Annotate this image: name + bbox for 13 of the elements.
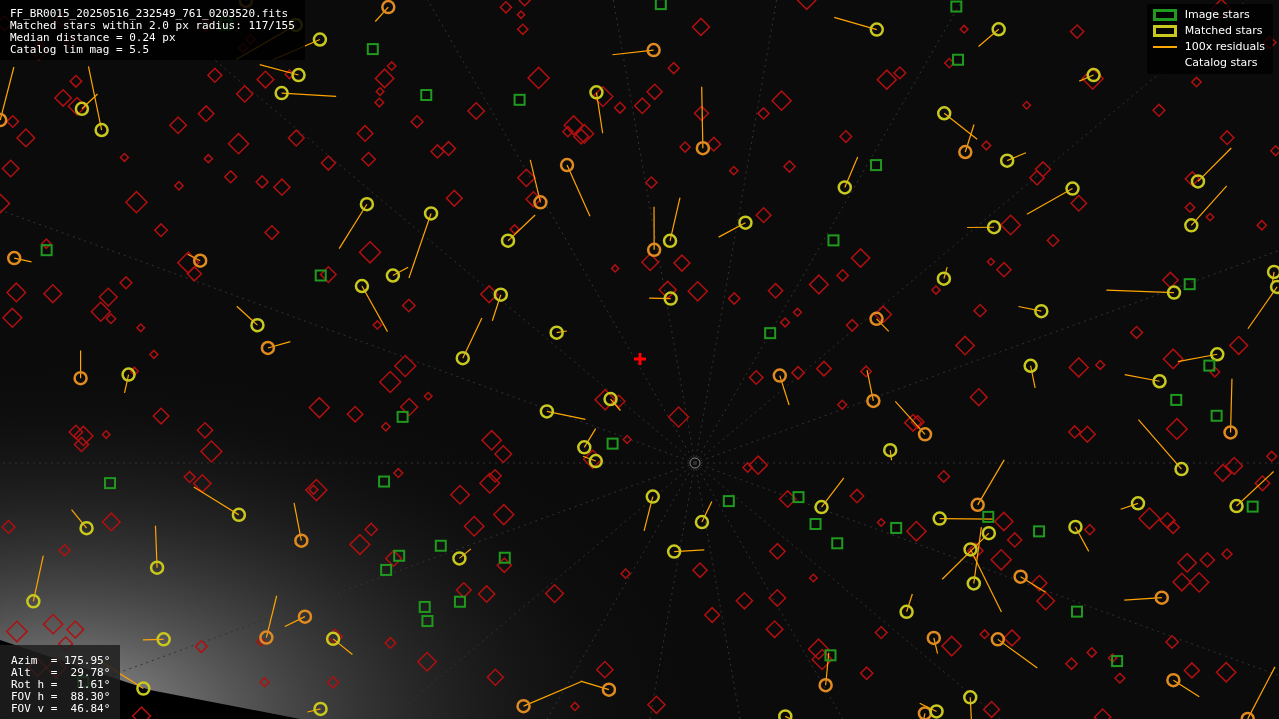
pointing-text: FOV h = 88.30° bbox=[11, 691, 111, 703]
info-text: Catalog lim mag = 5.5 bbox=[10, 44, 151, 56]
info-text: FF_BR0015_20250516_232549_761_0203520.fits bbox=[10, 8, 290, 20]
legend-label: Image stars bbox=[1184, 7, 1251, 22]
pointing-text: Alt = 29.78° bbox=[11, 667, 111, 679]
pointing-text: Rot h = 1.61° bbox=[11, 679, 111, 691]
pointing-text: Azim = 175.95° bbox=[11, 655, 111, 667]
pointing-text: FOV v = 46.84° bbox=[11, 703, 111, 715]
info-text: Median distance = 0.24 px bbox=[10, 32, 177, 44]
legend-label: Matched stars bbox=[1184, 23, 1264, 38]
info-text: Matched stars within 2.0 px radius: 117/155 bbox=[10, 20, 295, 32]
legend-label: 100x residuals bbox=[1184, 39, 1265, 54]
legend-label: Catalog stars bbox=[1184, 55, 1259, 70]
